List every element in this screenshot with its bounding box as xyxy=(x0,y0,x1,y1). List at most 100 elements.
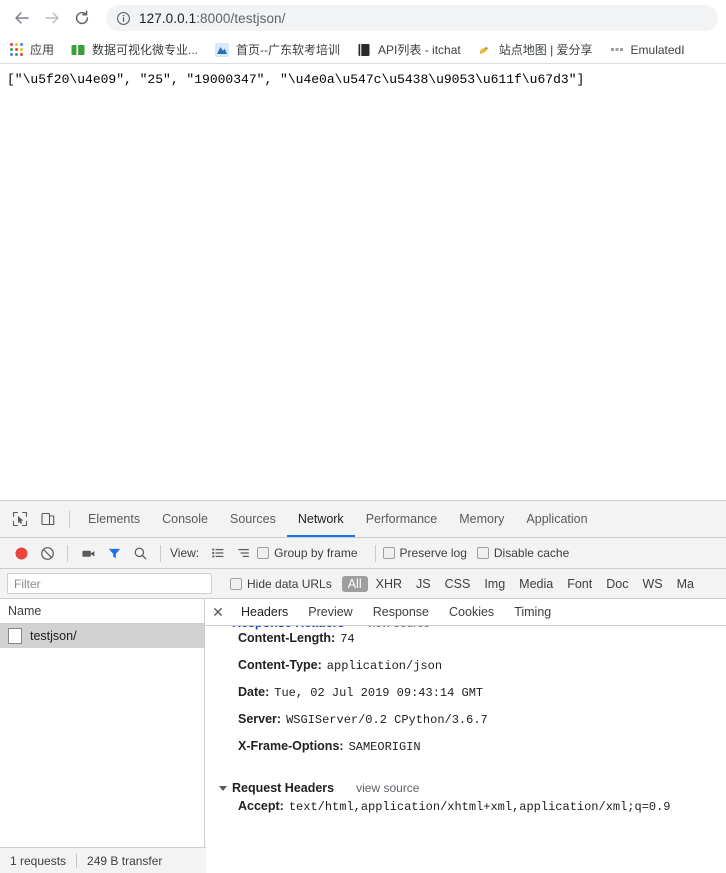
devtools-tab-application[interactable]: Application xyxy=(515,501,598,537)
bookmark-emulated[interactable]: EmulatedI xyxy=(609,42,685,58)
group-by-frame-checkbox-item[interactable]: Group by frame xyxy=(257,546,358,560)
request-detail-pane: ✕ Headers Preview Response Cookies Timin… xyxy=(205,599,726,873)
header-server: Server: WSGIServer/0.2 CPython/3.6.7 xyxy=(219,712,726,739)
waterfall-view-button[interactable] xyxy=(231,541,257,565)
black-book-icon xyxy=(358,43,370,56)
forward-arrow-icon xyxy=(45,12,59,24)
detail-tab-cookies[interactable]: Cookies xyxy=(439,599,504,625)
hide-data-urls-checkbox-item[interactable]: Hide data URLs xyxy=(230,577,332,591)
bookmark-sitemap[interactable]: 站点地图 | 爱分享 xyxy=(477,41,593,58)
header-value: text/html,application/xhtml+xml,applicat… xyxy=(288,800,671,814)
bookmark-itchat[interactable]: API列表 - itchat xyxy=(356,41,461,58)
group-by-frame-checkbox[interactable] xyxy=(257,547,270,559)
view-source-link[interactable]: view source xyxy=(367,626,430,630)
list-view-button[interactable] xyxy=(205,541,231,565)
header-value: WSGIServer/0.2 CPython/3.6.7 xyxy=(286,713,488,727)
green-book-icon xyxy=(71,44,85,55)
reload-button[interactable] xyxy=(68,4,96,32)
blue-site-icon xyxy=(215,42,230,57)
json-response-text: ["\u5f20\u4e09", "25", "19000347", "\u4e… xyxy=(7,72,585,87)
filter-type-css[interactable]: CSS xyxy=(439,576,477,592)
back-button[interactable] xyxy=(8,4,36,32)
header-value: Tue, 02 Jul 2019 09:43:14 GMT xyxy=(274,686,484,700)
filter-type-manifest[interactable]: Ma xyxy=(671,576,700,592)
disable-cache-checkbox[interactable] xyxy=(476,547,489,559)
address-bar[interactable]: 127.0.0.1:8000/testjson/ xyxy=(106,5,718,31)
filter-type-all[interactable]: All xyxy=(341,575,368,592)
search-icon xyxy=(134,547,146,559)
inspect-element-icon xyxy=(12,511,28,527)
browser-window: 127.0.0.1:8000/testjson/ 应用 数据可视化微专业... xyxy=(0,0,726,873)
capture-screenshots-button[interactable] xyxy=(75,541,101,565)
table-row[interactable]: testjson/ xyxy=(0,624,204,648)
header-accept: Accept: text/html,application/xhtml+xml,… xyxy=(219,799,726,826)
chevron-down-icon xyxy=(219,785,227,791)
reload-icon xyxy=(75,10,89,25)
record-button[interactable] xyxy=(8,541,34,565)
filter-input[interactable]: Filter xyxy=(7,573,212,594)
bookmark-ruankao[interactable]: 首页--广东软考培训 xyxy=(214,41,340,58)
preserve-log-checkbox-item[interactable]: Preserve log xyxy=(382,546,467,560)
clear-icon xyxy=(40,546,54,560)
close-icon[interactable]: ✕ xyxy=(205,599,231,625)
inspect-element-button[interactable] xyxy=(6,506,34,532)
filter-type-font[interactable]: Font xyxy=(561,576,598,592)
filter-type-doc[interactable]: Doc xyxy=(600,576,634,592)
request-headers-title: Request Headers xyxy=(232,781,335,795)
network-status-bar: 1 requests 249 B transfer xyxy=(0,847,206,873)
disable-cache-checkbox-item[interactable]: Disable cache xyxy=(476,546,569,560)
bookmark-apps[interactable]: 应用 xyxy=(10,41,54,58)
view-label: View: xyxy=(170,546,200,560)
devtools-tab-performance[interactable]: Performance xyxy=(355,501,449,537)
devtools-panel: Elements Console Sources Network Perform… xyxy=(0,500,726,873)
filter-type-js[interactable]: JS xyxy=(410,576,437,592)
detail-tab-response[interactable]: Response xyxy=(363,599,439,625)
devtools-tabbar: Elements Console Sources Network Perform… xyxy=(0,501,726,538)
view-source-link[interactable]: view source xyxy=(356,781,419,795)
hide-data-urls-checkbox[interactable] xyxy=(230,577,242,590)
request-list: Name testjson/ xyxy=(0,599,205,873)
header-value: SAMEORIGIN xyxy=(348,740,421,754)
header-value: 74 xyxy=(340,632,355,646)
preserve-log-checkbox[interactable] xyxy=(382,547,395,559)
url-host: 127.0.0.1 xyxy=(139,10,197,26)
filter-type-media[interactable]: Media xyxy=(513,576,559,592)
clear-button[interactable] xyxy=(34,541,60,565)
filter-type-xhr[interactable]: XHR xyxy=(370,576,408,592)
toggle-device-toolbar-button[interactable] xyxy=(34,506,62,532)
bookmark-label: 应用 xyxy=(30,43,55,57)
header-name: Server: xyxy=(238,712,282,726)
devtools-tab-memory[interactable]: Memory xyxy=(448,501,515,537)
toolbar-divider xyxy=(67,544,68,562)
header-name: Content-Length: xyxy=(238,631,336,645)
filter-type-ws[interactable]: WS xyxy=(636,576,668,592)
forward-button[interactable] xyxy=(38,4,66,32)
detail-tab-headers[interactable]: Headers xyxy=(231,599,298,625)
toolbar-divider xyxy=(374,544,376,562)
toolbar-divider xyxy=(160,544,161,562)
bookmark-label: EmulatedI xyxy=(630,42,685,57)
document-icon xyxy=(8,628,22,644)
hide-data-urls-label: Hide data URLs xyxy=(247,576,332,591)
detail-tabbar: ✕ Headers Preview Response Cookies Timin… xyxy=(205,599,726,626)
header-name: Accept: xyxy=(238,799,284,813)
filter-type-img[interactable]: Img xyxy=(478,576,511,592)
bookmark-data-viz[interactable]: 数据可视化微专业... xyxy=(70,41,198,58)
transfer-size: 249 B transfer xyxy=(87,853,163,868)
detail-tab-timing[interactable]: Timing xyxy=(504,599,561,625)
request-column-header-name[interactable]: Name xyxy=(0,599,204,624)
devtools-tab-console[interactable]: Console xyxy=(151,501,219,537)
response-headers-title-row[interactable]: Response Headers view source xyxy=(219,626,726,631)
back-arrow-icon xyxy=(15,12,29,24)
detail-tab-preview[interactable]: Preview xyxy=(298,599,362,625)
search-button[interactable] xyxy=(127,541,153,565)
toggle-device-toolbar-icon xyxy=(41,512,55,526)
devtools-tab-sources[interactable]: Sources xyxy=(219,501,287,537)
request-headers-title-row[interactable]: Request Headers view source xyxy=(219,777,726,799)
filter-button[interactable] xyxy=(101,541,127,565)
info-circle-icon[interactable] xyxy=(116,11,131,26)
headers-pane[interactable]: Response Headers view source Content-Len… xyxy=(205,626,726,873)
list-view-icon xyxy=(212,548,224,558)
devtools-tab-elements[interactable]: Elements xyxy=(77,501,151,537)
devtools-tab-network[interactable]: Network xyxy=(286,501,355,537)
